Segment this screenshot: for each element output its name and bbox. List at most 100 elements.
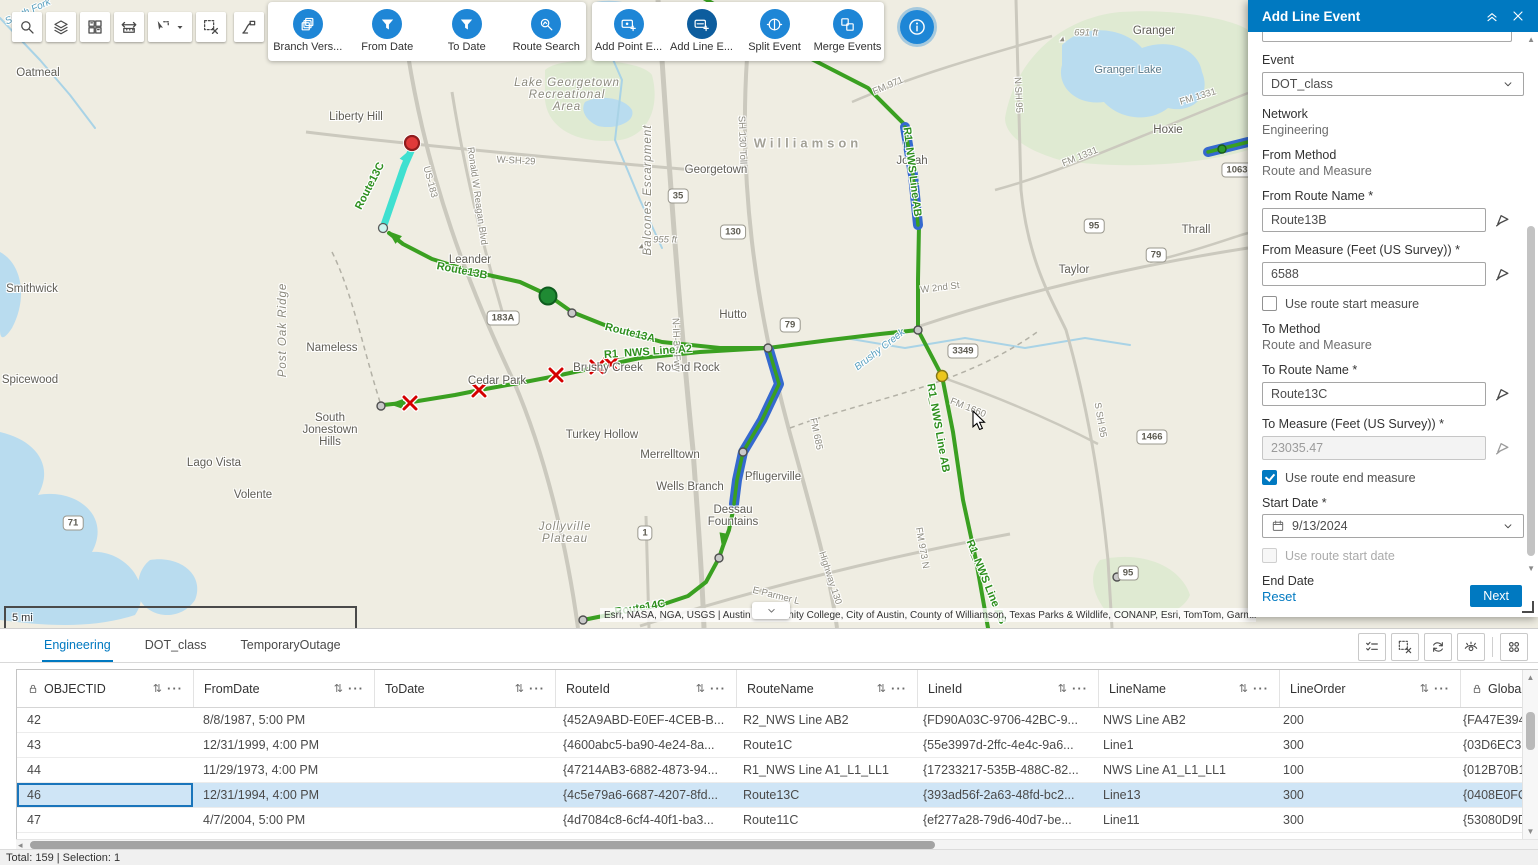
column-menu-icon[interactable]: ···: [891, 681, 907, 696]
table-cell[interactable]: 300: [1273, 733, 1453, 757]
use-route-end-measure-checkbox[interactable]: [1262, 470, 1277, 485]
measure-tool-button[interactable]: [114, 12, 144, 42]
tab-engineering[interactable]: Engineering: [42, 629, 113, 662]
column-header-linename[interactable]: LineName⇅···: [1099, 670, 1280, 707]
event-select[interactable]: DOT_class: [1262, 72, 1524, 96]
panel-scroll-down-icon[interactable]: ▼: [1527, 565, 1535, 573]
info-button[interactable]: [900, 10, 934, 44]
column-menu-icon[interactable]: ···: [529, 681, 545, 696]
attribution-collapse-button[interactable]: [752, 602, 790, 619]
funnel-button[interactable]: To Date: [430, 9, 504, 53]
table-row[interactable]: 4411/29/1973, 4:00 PM{47214AB3-6882-4873…: [17, 758, 1538, 783]
column-menu-icon[interactable]: ···: [1434, 681, 1450, 696]
from-measure-input[interactable]: 6588: [1262, 262, 1486, 286]
table-cell[interactable]: R2_NWS Line AB2: [733, 708, 913, 732]
table-row[interactable]: 474/7/2004, 5:00 PM{4d7084c8-6cf4-40f1-b…: [17, 808, 1538, 833]
pick-from-route-on-map-button[interactable]: [1494, 211, 1512, 229]
sort-icon[interactable]: ⇅: [515, 682, 524, 695]
funnel-button[interactable]: From Date: [350, 9, 424, 53]
table-vertical-scrollbar[interactable]: ▲ ▼: [1522, 670, 1538, 839]
add-point-event-button[interactable]: Add Point E...: [592, 9, 665, 53]
column-header-todate[interactable]: ToDate⇅···: [375, 670, 556, 707]
layers-tool-button[interactable]: [46, 12, 76, 42]
table-cell[interactable]: Line11: [1093, 808, 1273, 832]
table-cell[interactable]: 8/8/1987, 5:00 PM: [193, 708, 373, 732]
table-row[interactable]: 4612/31/1994, 4:00 PM {4c5e79a6-6687-4207…: [17, 783, 1538, 808]
table-cell[interactable]: R1_NWS Line A1_L1_LL1: [733, 758, 913, 782]
show-selection-button[interactable]: [1358, 633, 1386, 661]
select-tool-button[interactable]: [148, 12, 192, 42]
table-cell[interactable]: [373, 733, 553, 757]
column-menu-icon[interactable]: ···: [710, 681, 726, 696]
table-cell[interactable]: {393ad56f-2a63-48fd-bc2...: [913, 783, 1093, 807]
column-menu-icon[interactable]: ···: [167, 681, 183, 696]
clear-selection-tool-button[interactable]: [196, 12, 226, 42]
scroll-down-icon[interactable]: ▼: [1523, 827, 1538, 836]
column-menu-icon[interactable]: ···: [1072, 681, 1088, 696]
column-menu-icon[interactable]: ···: [1253, 681, 1269, 696]
add-line-event-button[interactable]: Add Line E...: [665, 9, 738, 53]
pick-to-measure-on-map-button[interactable]: [1494, 439, 1512, 457]
route-search-button[interactable]: Route Search: [509, 9, 583, 53]
close-panel-button[interactable]: [1510, 8, 1526, 24]
table-cell[interactable]: NWS Line AB2: [1093, 708, 1273, 732]
table-cell[interactable]: [373, 808, 553, 832]
table-cell[interactable]: Route11C: [733, 808, 913, 832]
column-header-fromdate[interactable]: FromDate⇅···: [194, 670, 375, 707]
table-cell[interactable]: 100: [1273, 758, 1453, 782]
table-cell[interactable]: NWS Line A1_L1_LL1: [1093, 758, 1273, 782]
table-cell[interactable]: 300: [1273, 808, 1453, 832]
table-cell[interactable]: 46: [17, 783, 193, 807]
table-cell[interactable]: {47214AB3-6882-4873-94...: [553, 758, 733, 782]
table-cell[interactable]: 42: [17, 708, 193, 732]
table-cell[interactable]: 200: [1273, 708, 1453, 732]
merge-events-button[interactable]: Merge Events: [811, 9, 884, 53]
table-cell[interactable]: Line13: [1093, 783, 1273, 807]
table-cell[interactable]: {FD90A03C-9706-42BC-9...: [913, 708, 1093, 732]
table-cell[interactable]: {17233217-535B-488C-82...: [913, 758, 1093, 782]
table-row[interactable]: 428/8/1987, 5:00 PM {452A9ABD-E0EF-4CEB-B…: [17, 708, 1538, 733]
split-event-button[interactable]: Split Event: [738, 9, 811, 53]
pick-from-measure-on-map-button[interactable]: [1494, 265, 1512, 283]
table-cell[interactable]: {ef277a28-79d6-40d7-be...: [913, 808, 1093, 832]
table-cell[interactable]: [373, 758, 553, 782]
table-cell[interactable]: {55e3997d-2ffc-4e4c-9a6...: [913, 733, 1093, 757]
panel-scrollbar[interactable]: [1527, 36, 1535, 577]
table-cell[interactable]: 300: [1273, 783, 1453, 807]
table-cell[interactable]: {4d7084c8-6cf4-40f1-ba3...: [553, 808, 733, 832]
column-header-routename[interactable]: RouteName⇅···: [737, 670, 918, 707]
table-cell[interactable]: Route1C: [733, 733, 913, 757]
sort-icon[interactable]: ⇅: [1239, 682, 1248, 695]
sort-icon[interactable]: ⇅: [696, 682, 705, 695]
sort-icon[interactable]: ⇅: [1420, 682, 1429, 695]
table-cell[interactable]: 47: [17, 808, 193, 832]
table-cell[interactable]: {4600abc5-ba90-4e24-8a...: [553, 733, 733, 757]
table-cell[interactable]: {4c5e79a6-6687-4207-8fd...: [553, 783, 733, 807]
table-cell[interactable]: 12/31/1999, 4:00 PM: [193, 733, 373, 757]
panel-resize-handle[interactable]: [1522, 601, 1534, 613]
pick-to-route-on-map-button[interactable]: [1494, 385, 1512, 403]
table-cell[interactable]: {452A9ABD-E0EF-4CEB-B...: [553, 708, 733, 732]
table-cell[interactable]: Route13C: [733, 783, 913, 807]
column-header-routeid[interactable]: RouteId⇅···: [556, 670, 737, 707]
use-route-start-date-checkbox[interactable]: [1262, 548, 1277, 563]
column-header-lineorder[interactable]: LineOrder⇅···: [1280, 670, 1461, 707]
sort-icon[interactable]: ⇅: [334, 682, 343, 695]
basemap-tool-button[interactable]: [80, 12, 110, 42]
table-cell[interactable]: [373, 708, 553, 732]
column-header-lineid[interactable]: LineId⇅···: [918, 670, 1099, 707]
more-options-button[interactable]: [1500, 633, 1528, 661]
table-row[interactable]: 4312/31/1999, 4:00 PM{4600abc5-ba90-4e24…: [17, 733, 1538, 758]
search-tool-button[interactable]: [12, 12, 42, 42]
clear-table-selection-button[interactable]: [1391, 633, 1419, 661]
sort-icon[interactable]: ⇅: [1058, 682, 1067, 695]
trace-tool-button[interactable]: [234, 12, 264, 42]
reset-link[interactable]: Reset: [1262, 589, 1296, 604]
scroll-up-icon[interactable]: ▲: [1523, 673, 1538, 682]
table-cell[interactable]: [373, 783, 553, 807]
branch-versions-button[interactable]: Branch Vers...: [271, 9, 345, 53]
toggle-columns-button[interactable]: [1457, 633, 1485, 661]
table-cell[interactable]: 12/31/1994, 4:00 PM: [193, 783, 373, 807]
to-route-input[interactable]: Route13C: [1262, 382, 1486, 406]
start-date-picker[interactable]: 9/13/2024: [1262, 514, 1524, 538]
